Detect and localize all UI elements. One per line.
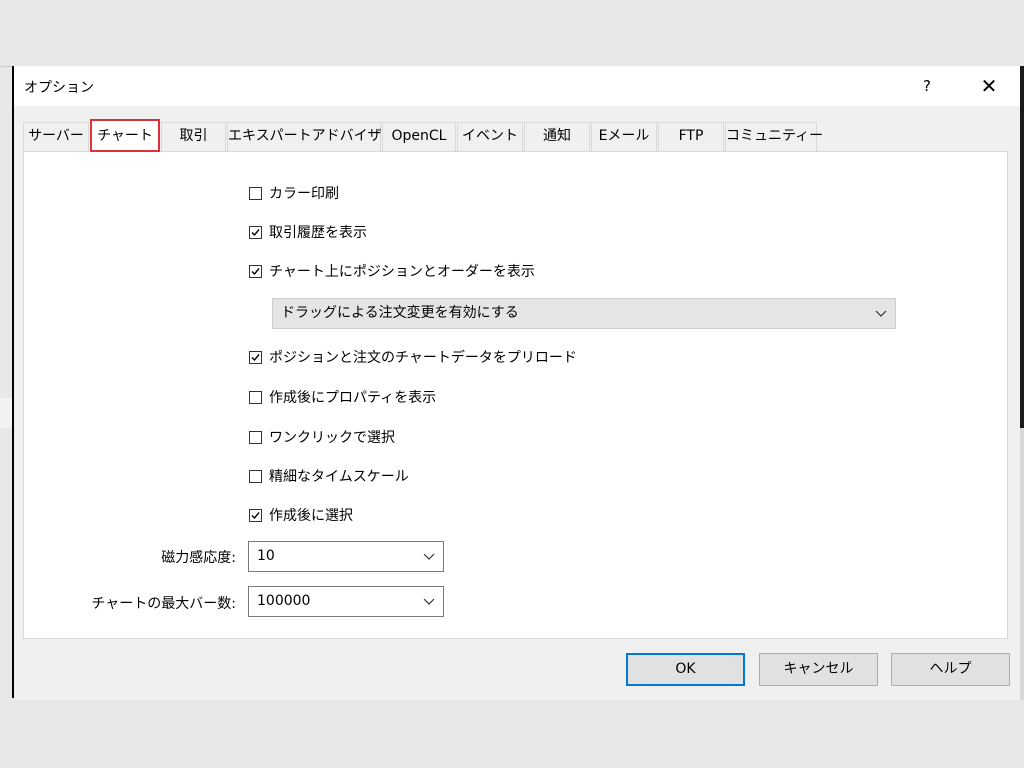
tab-server[interactable]: サーバー	[23, 122, 89, 151]
show-properties-checkbox[interactable]	[249, 390, 262, 404]
color-print-option[interactable]: カラー印刷	[249, 183, 339, 203]
window-edge-gap	[0, 398, 12, 428]
title-bar: オプション ? ✕	[14, 66, 1020, 106]
chevron-down-icon	[419, 587, 439, 615]
trade-history-option[interactable]: 取引履歴を表示	[249, 222, 367, 242]
help-icon[interactable]: ?	[912, 72, 942, 100]
tab-chart[interactable]: チャート	[90, 119, 160, 152]
checkmark-icon	[251, 267, 260, 275]
trade-history-checkbox[interactable]	[249, 225, 262, 239]
window-edge-right	[1020, 66, 1024, 428]
fine-timescale-option[interactable]: 精細なタイムスケール	[249, 466, 409, 486]
close-icon[interactable]: ✕	[972, 72, 1006, 100]
tab-community[interactable]: コミュニティー	[725, 122, 823, 151]
magnet-select[interactable]: 10	[248, 541, 444, 572]
cancel-button[interactable]: キャンセル	[759, 653, 878, 686]
positions-orders-checkbox[interactable]	[249, 264, 262, 278]
checkmark-icon	[251, 511, 260, 519]
tab-email[interactable]: Eメール	[591, 122, 657, 151]
select-after-create-option[interactable]: 作成後に選択	[249, 505, 353, 525]
checkmark-icon	[251, 353, 260, 361]
one-click-option[interactable]: ワンクリックで選択	[249, 427, 395, 447]
tab-ftp[interactable]: FTP	[658, 122, 724, 151]
one-click-checkbox[interactable]	[249, 430, 262, 444]
chevron-down-icon	[871, 299, 891, 327]
preload-label: ポジションと注文のチャートデータをプリロード	[269, 350, 577, 366]
positions-orders-option[interactable]: チャート上にポジションとオーダーを表示	[249, 261, 535, 281]
dialog-title: オプション	[24, 80, 94, 96]
fine-timescale-checkbox[interactable]	[249, 469, 262, 483]
magnet-label: 磁力感応度:	[161, 550, 236, 566]
drag-mode-value: ドラッグによる注文変更を有効にする	[281, 305, 519, 321]
trade-history-label: 取引履歴を表示	[269, 225, 367, 241]
color-print-label: カラー印刷	[269, 186, 339, 202]
select-after-create-label: 作成後に選択	[269, 508, 353, 524]
one-click-label: ワンクリックで選択	[269, 430, 395, 446]
fine-timescale-label: 精細なタイムスケール	[269, 469, 409, 485]
ok-button[interactable]: OK	[626, 653, 745, 686]
max-bars-label: チャートの最大バー数:	[91, 596, 236, 612]
options-dialog: オプション ? ✕ サーバー チャート 取引 エキスパートアドバイザ OpenC…	[14, 66, 1020, 700]
color-print-checkbox[interactable]	[249, 186, 262, 200]
window-edge-right-lower	[1020, 428, 1024, 700]
checkmark-icon	[251, 228, 260, 236]
chart-settings-panel: カラー印刷 取引履歴を表示 チャート上にポジションとオーダーを表示 ドラッグによ…	[23, 151, 1008, 639]
preload-option[interactable]: ポジションと注文のチャートデータをプリロード	[249, 347, 577, 367]
show-properties-label: 作成後にプロパティを表示	[269, 390, 437, 406]
help-button[interactable]: ヘルプ	[891, 653, 1010, 686]
tab-trade[interactable]: 取引	[161, 122, 226, 151]
select-after-create-checkbox[interactable]	[249, 508, 262, 522]
preload-checkbox[interactable]	[249, 350, 262, 364]
tab-events[interactable]: イベント	[457, 122, 523, 151]
tab-notifications[interactable]: 通知	[524, 122, 590, 151]
tab-opencl[interactable]: OpenCL	[382, 122, 456, 151]
max-bars-select[interactable]: 100000	[248, 586, 444, 617]
positions-orders-label: チャート上にポジションとオーダーを表示	[269, 264, 535, 280]
show-properties-option[interactable]: 作成後にプロパティを表示	[249, 387, 436, 407]
chevron-down-icon	[419, 542, 439, 570]
tab-expert-advisors[interactable]: エキスパートアドバイザ	[227, 122, 382, 151]
magnet-value: 10	[257, 548, 275, 564]
max-bars-value: 100000	[257, 593, 311, 609]
drag-mode-select[interactable]: ドラッグによる注文変更を有効にする	[272, 298, 896, 329]
